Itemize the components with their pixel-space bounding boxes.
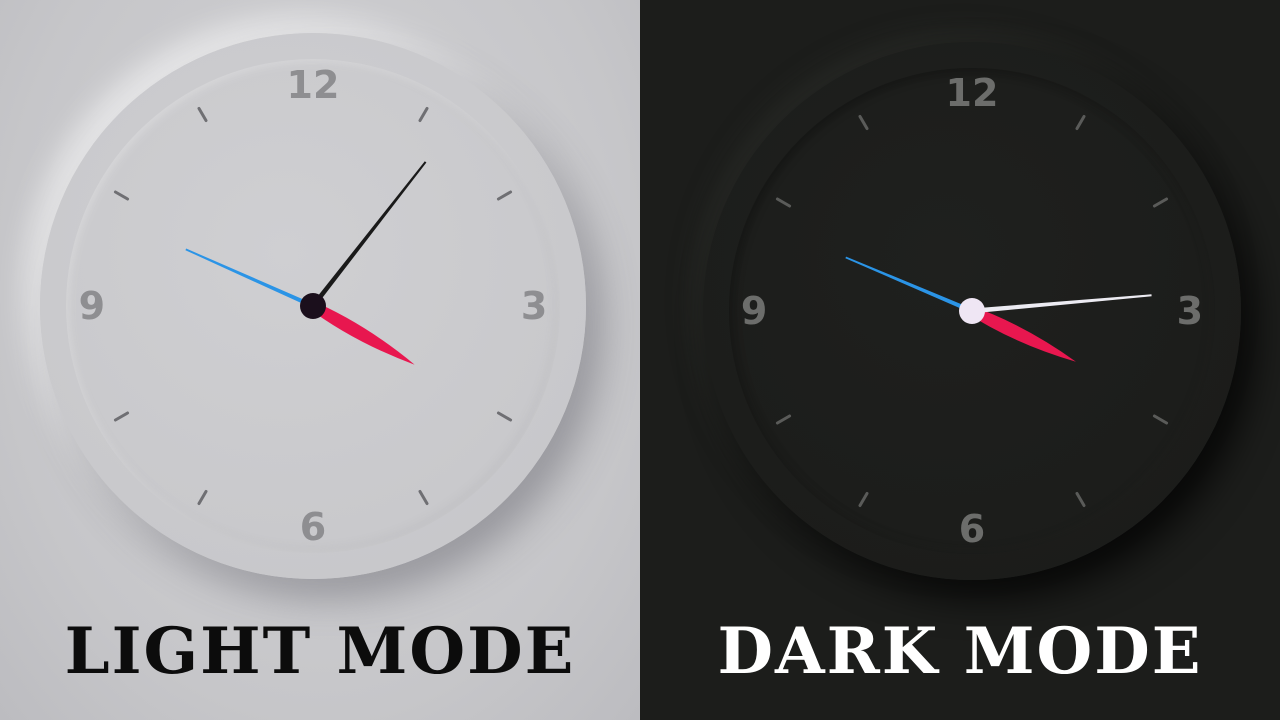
dark-center-hub — [959, 298, 985, 324]
light-clock-hands — [185, 161, 427, 365]
dark-clock-face: 12 3 6 9 — [703, 42, 1241, 580]
light-clock-face: 12 3 6 9 — [40, 33, 586, 579]
dark-mode-label: DARK MODE — [717, 614, 1203, 689]
light-mode-label: LIGHT MODE — [64, 614, 576, 689]
light-second-hand — [185, 248, 318, 310]
light-center-hub — [300, 293, 326, 319]
dark-minute-hand — [965, 294, 1152, 315]
dark-second-hand — [845, 256, 977, 315]
dark-clock-hands — [845, 256, 1152, 362]
light-minute-hand — [307, 161, 427, 313]
light-mode-panel: 12 3 6 9 LIGHT MODE — [0, 0, 640, 720]
